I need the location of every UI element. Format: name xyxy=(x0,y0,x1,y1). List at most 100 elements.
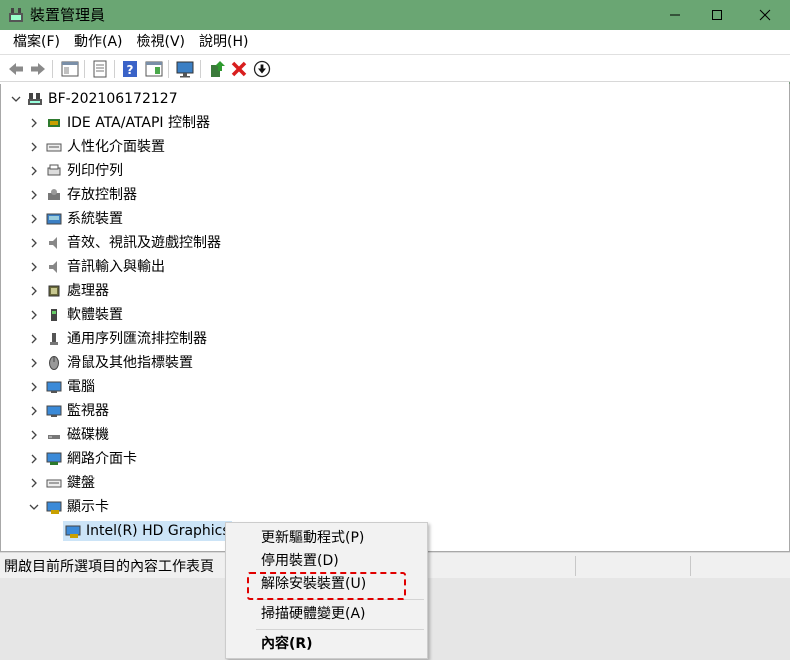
menu-action[interactable]: 動作(A) xyxy=(67,30,130,54)
ctx-disable-device[interactable]: 停用裝置(D) xyxy=(261,551,339,571)
tree-category-label: 鍵盤 xyxy=(67,475,95,491)
tree-category-node[interactable]: 鍵盤 xyxy=(1,471,361,495)
chevron-right-icon[interactable] xyxy=(29,238,39,248)
close-button[interactable] xyxy=(742,0,788,30)
tree-category-node[interactable]: 音效、視訊及遊戲控制器 xyxy=(1,231,361,255)
tree-category-label: 列印佇列 xyxy=(67,163,123,179)
forward-arrow-icon[interactable] xyxy=(28,59,48,79)
tree-category-label: 軟體裝置 xyxy=(67,307,123,323)
computer-icon xyxy=(28,93,42,105)
action-pane-icon[interactable] xyxy=(144,59,164,79)
maximize-button[interactable] xyxy=(694,0,740,30)
processor-icon xyxy=(48,285,60,297)
menu-bar: 檔案(F) 動作(A) 檢視(V) 說明(H) xyxy=(0,30,790,54)
hid-icon xyxy=(46,143,62,152)
toolbar-separator xyxy=(114,60,115,78)
chevron-right-icon[interactable] xyxy=(29,118,39,128)
ctx-update-driver[interactable]: 更新驅動程式(P) xyxy=(261,528,364,548)
chevron-right-icon[interactable] xyxy=(29,190,39,200)
console-tree-icon[interactable] xyxy=(60,59,80,79)
tree-category-label: 人性化介面裝置 xyxy=(67,139,165,155)
tree-category-node[interactable]: 存放控制器 xyxy=(1,183,361,207)
tree-category-node[interactable]: 滑鼠及其他指標裝置 xyxy=(1,351,361,375)
tree-category-node[interactable]: 網路介面卡 xyxy=(1,447,361,471)
tree-category-node[interactable]: 音訊輸入與輸出 xyxy=(1,255,361,279)
tree-category-node[interactable]: 磁碟機 xyxy=(1,423,361,447)
tree-category-label: 滑鼠及其他指標裝置 xyxy=(67,355,193,371)
chevron-down-icon[interactable] xyxy=(11,94,21,104)
tree-category-node[interactable]: 列印佇列 xyxy=(1,159,361,183)
scan-monitor-icon[interactable] xyxy=(175,59,195,79)
print-queue-icon xyxy=(47,164,61,176)
status-text: 開啟目前所選項目的內容工作表頁 xyxy=(4,559,214,575)
chevron-right-icon[interactable] xyxy=(29,166,39,176)
tree-category-label: 顯示卡 xyxy=(67,499,109,515)
chevron-right-icon[interactable] xyxy=(29,358,39,368)
back-arrow-icon[interactable] xyxy=(6,59,26,79)
ctx-properties[interactable]: 內容(R) xyxy=(261,634,313,654)
chevron-right-icon[interactable] xyxy=(29,454,39,464)
toolbar-separator xyxy=(200,60,201,78)
tree-category-node[interactable]: 監視器 xyxy=(1,399,361,423)
tree-category-label: IDE ATA/ATAPI 控制器 xyxy=(67,115,211,131)
device-tree[interactable]: BF-202106172127 IDE ATA/ATAPI 控制器 人性化介面裝置… xyxy=(0,84,790,552)
chevron-right-icon[interactable] xyxy=(29,382,39,392)
tree-category-node[interactable]: 處理器 xyxy=(1,279,361,303)
chevron-right-icon[interactable] xyxy=(29,142,39,152)
window-title: 裝置管理員 xyxy=(30,6,106,24)
display-adapter-device[interactable]: Intel(R) HD Graphics xyxy=(1,519,241,543)
status-divider xyxy=(575,556,576,576)
minimize-icon xyxy=(670,14,680,16)
menu-help[interactable]: 說明(H) xyxy=(192,30,255,54)
chevron-right-icon[interactable] xyxy=(29,334,39,344)
computer-monitor-icon xyxy=(46,381,62,393)
device-name: Intel(R) HD Graphics xyxy=(86,523,230,539)
mouse-icon xyxy=(49,356,59,370)
chevron-right-icon[interactable] xyxy=(29,262,39,272)
chevron-right-icon[interactable] xyxy=(29,406,39,416)
chevron-right-icon[interactable] xyxy=(29,214,39,224)
menu-view[interactable]: 檢視(V) xyxy=(130,30,193,54)
audio-io-icon xyxy=(49,261,57,273)
status-divider xyxy=(690,556,691,576)
chevron-right-icon[interactable] xyxy=(29,478,39,488)
tree-category-node[interactable]: 軟體裝置 xyxy=(1,303,361,327)
monitor-icon xyxy=(46,405,62,417)
tree-category-node[interactable]: 系統裝置 xyxy=(1,207,361,231)
tree-category-node[interactable]: IDE ATA/ATAPI 控制器 xyxy=(1,111,361,135)
chevron-right-icon[interactable] xyxy=(29,310,39,320)
menu-file[interactable]: 檔案(F) xyxy=(6,30,67,54)
properties-icon[interactable] xyxy=(90,59,110,79)
tree-category-label: 音訊輸入與輸出 xyxy=(67,259,165,275)
ctx-separator xyxy=(256,629,424,630)
tree-category-label: 監視器 xyxy=(67,403,109,419)
uninstall-x-icon[interactable] xyxy=(229,59,249,79)
toolbar-separator xyxy=(168,60,169,78)
sound-video-icon xyxy=(49,237,57,249)
update-driver-icon[interactable] xyxy=(207,59,227,79)
tree-category-label: 存放控制器 xyxy=(67,187,137,203)
tree-category-label: 處理器 xyxy=(67,283,109,299)
tree-category-node[interactable]: 人性化介面裝置 xyxy=(1,135,361,159)
display-adapter-icon xyxy=(65,525,81,538)
tree-category-label: 網路介面卡 xyxy=(67,451,137,467)
chevron-down-icon[interactable] xyxy=(29,502,39,512)
ctx-scan-hardware[interactable]: 掃描硬體變更(A) xyxy=(261,604,366,624)
tree-category-label: 通用序列匯流排控制器 xyxy=(67,331,207,347)
tree-category-node[interactable]: 顯示卡 xyxy=(1,495,361,519)
chevron-right-icon[interactable] xyxy=(29,286,39,296)
tree-category-node[interactable]: 通用序列匯流排控制器 xyxy=(1,327,361,351)
svg-text:?: ? xyxy=(127,63,134,77)
tree-category-label: 系統裝置 xyxy=(67,211,123,227)
title-bar[interactable]: 裝置管理員 xyxy=(0,0,790,30)
toolbar-separator xyxy=(52,60,53,78)
help-icon[interactable]: ? xyxy=(120,59,140,79)
disable-down-arrow-icon[interactable] xyxy=(252,59,272,79)
tree-category-node[interactable]: 電腦 xyxy=(1,375,361,399)
display-adapter-icon xyxy=(46,501,62,514)
tree-root-node[interactable]: BF-202106172127 xyxy=(1,87,401,111)
tree-category-label: 電腦 xyxy=(67,379,95,395)
minimize-button[interactable] xyxy=(652,0,698,30)
device-manager-icon xyxy=(9,8,23,22)
chevron-right-icon[interactable] xyxy=(29,430,39,440)
